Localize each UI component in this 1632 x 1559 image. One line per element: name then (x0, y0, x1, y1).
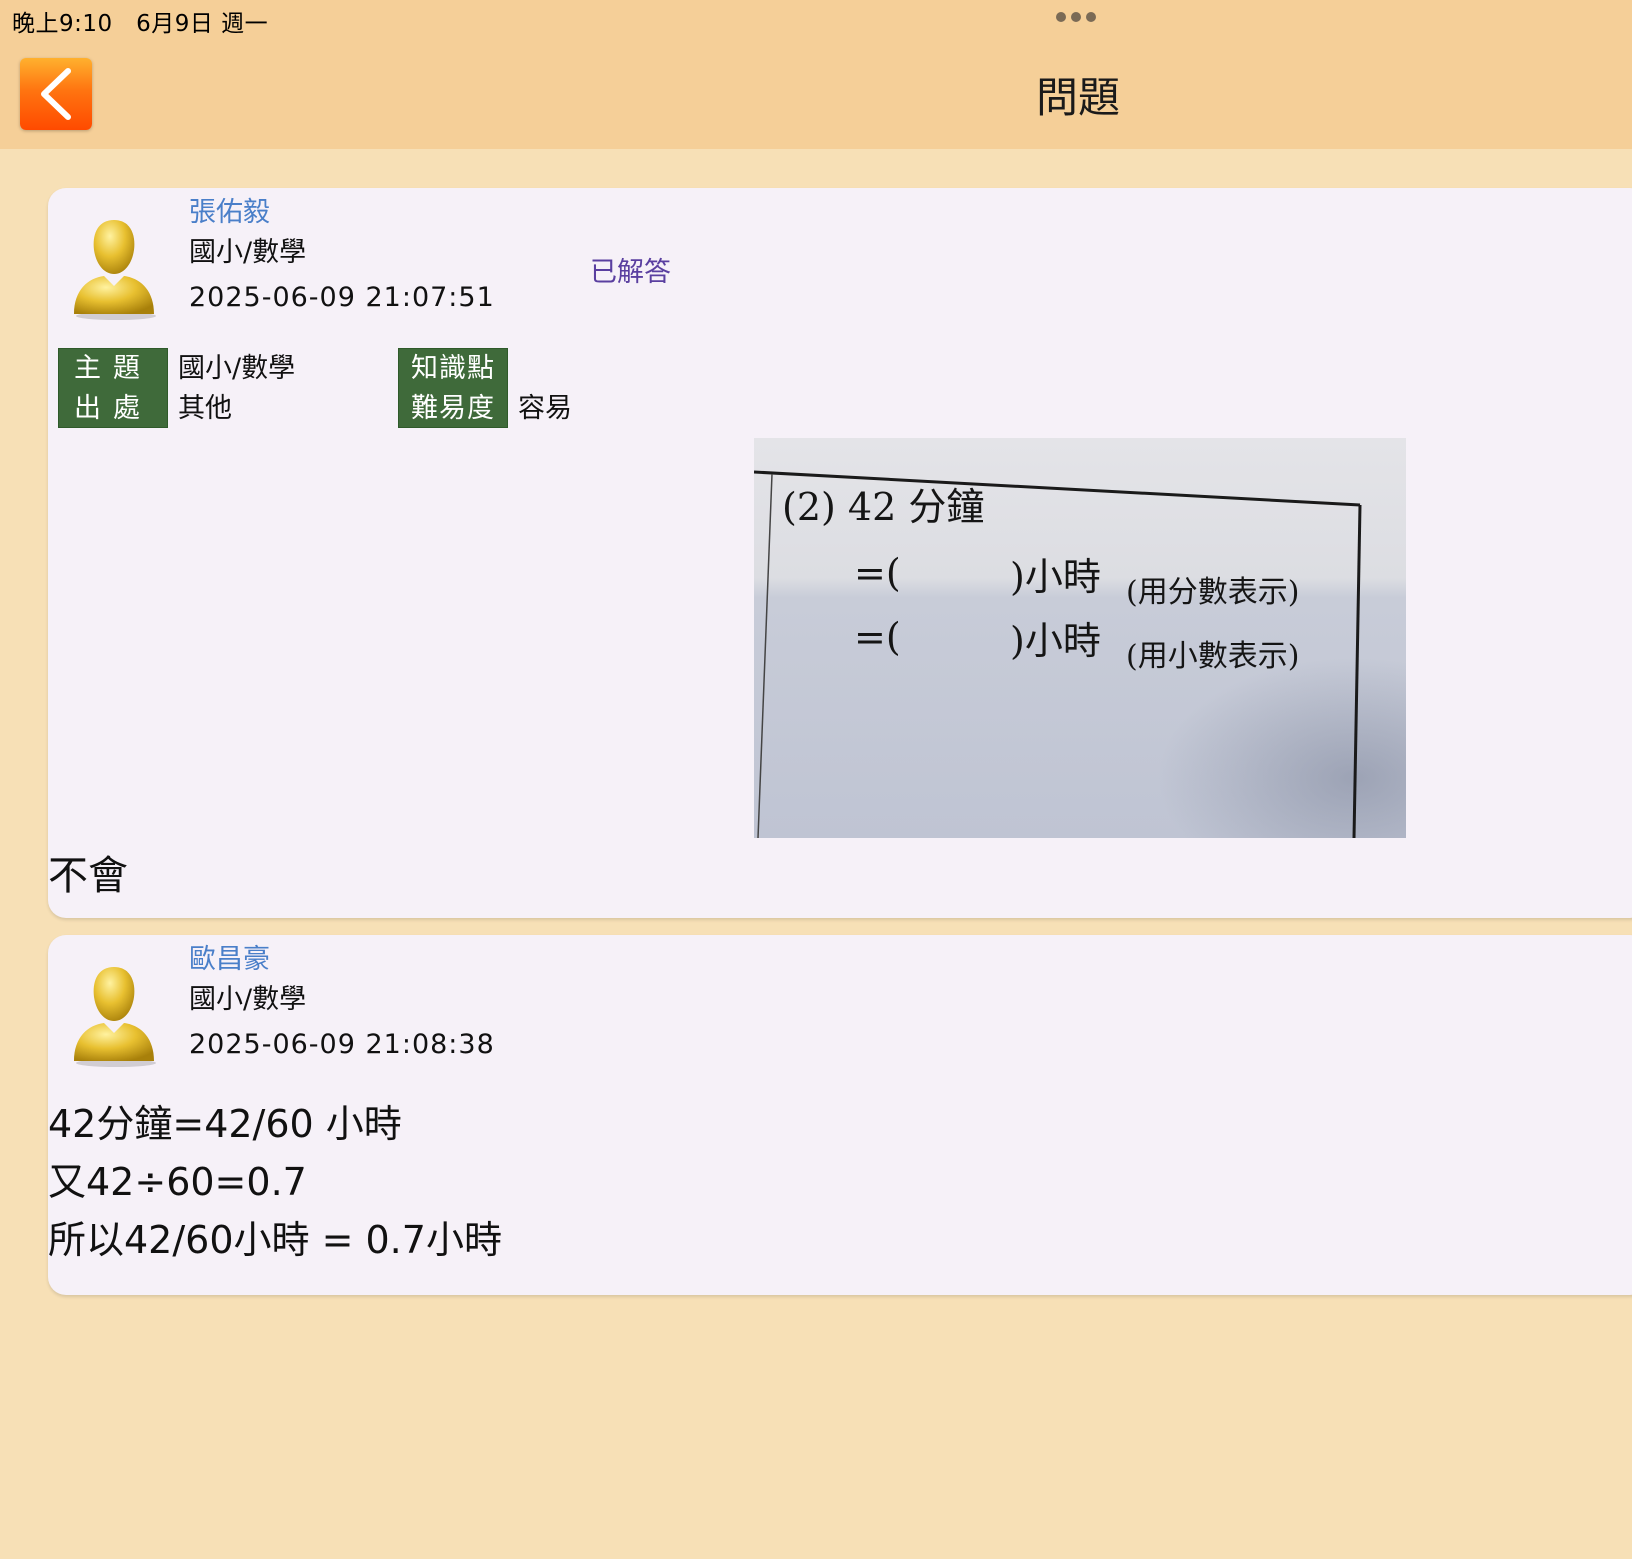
answer-line: 42分鐘=42/60 小時 (48, 1102, 402, 1146)
knowledge-tag-label: 知識點 (411, 353, 495, 384)
photo-line-3-suffix: )小時 (1010, 619, 1101, 663)
avatar-icon (74, 220, 156, 320)
difficulty-value: 容易 (518, 393, 572, 424)
subject-label: 國小/數學 (189, 237, 307, 268)
avatar-icon (74, 967, 156, 1067)
chevron-left-icon (41, 68, 71, 120)
photo-line-1: (2) 42 分鐘 (782, 485, 984, 529)
back-button[interactable] (20, 58, 92, 130)
question-text: 不會 (48, 853, 128, 899)
photo-line-2-prefix: =( (854, 551, 901, 595)
subject-label: 國小/數學 (189, 984, 307, 1015)
page-title: 問題 (1036, 73, 1121, 122)
status-badge: 已解答 (590, 257, 671, 288)
source-tag-label: 出處 (74, 393, 152, 424)
more-dots-icon[interactable] (1056, 12, 1096, 22)
source-value: 其他 (178, 393, 232, 424)
question-photo[interactable]: (2) 42 分鐘 =( )小時 (用分數表示) =( )小時 (用小數表示) (754, 438, 1406, 838)
photo-line-2-note: (用分數表示) (1126, 575, 1299, 610)
difficulty-tag-label: 難易度 (411, 393, 495, 424)
author-name[interactable]: 張佑毅 (189, 190, 270, 229)
topic-value: 國小/數學 (178, 353, 296, 384)
post-timestamp: 2025-06-09 21:07:51 (189, 282, 495, 313)
answer-line: 又42÷60=0.7 (48, 1160, 307, 1204)
status-bar-time: 晚上9:10 6月9日 週一 (12, 11, 269, 37)
top-bar: 晚上9:10 6月9日 週一 問題 (0, 0, 1632, 149)
photo-line-3-prefix: =( (854, 615, 901, 659)
answer-text: 42分鐘=42/60 小時 又42÷60=0.7 所以42/60小時 = 0.7… (48, 1095, 502, 1269)
answer-card: 歐昌豪 國小/數學 2025-06-09 21:08:38 42分鐘=42/60… (48, 935, 1632, 1295)
topic-tag-label: 主題 (74, 353, 152, 384)
post-timestamp: 2025-06-09 21:08:38 (189, 1029, 495, 1060)
topic-source-tags: 主題 出處 (58, 348, 168, 428)
author-name[interactable]: 歐昌豪 (189, 937, 270, 976)
question-card: 張佑毅 國小/數學 2025-06-09 21:07:51 已解答 主題 出處 … (48, 188, 1632, 918)
photo-line-2-suffix: )小時 (1010, 555, 1101, 599)
photo-line-3-note: (用小數表示) (1126, 639, 1299, 674)
answer-line: 所以42/60小時 = 0.7小時 (48, 1218, 502, 1262)
knowledge-difficulty-tags: 知識點 難易度 (398, 348, 508, 428)
